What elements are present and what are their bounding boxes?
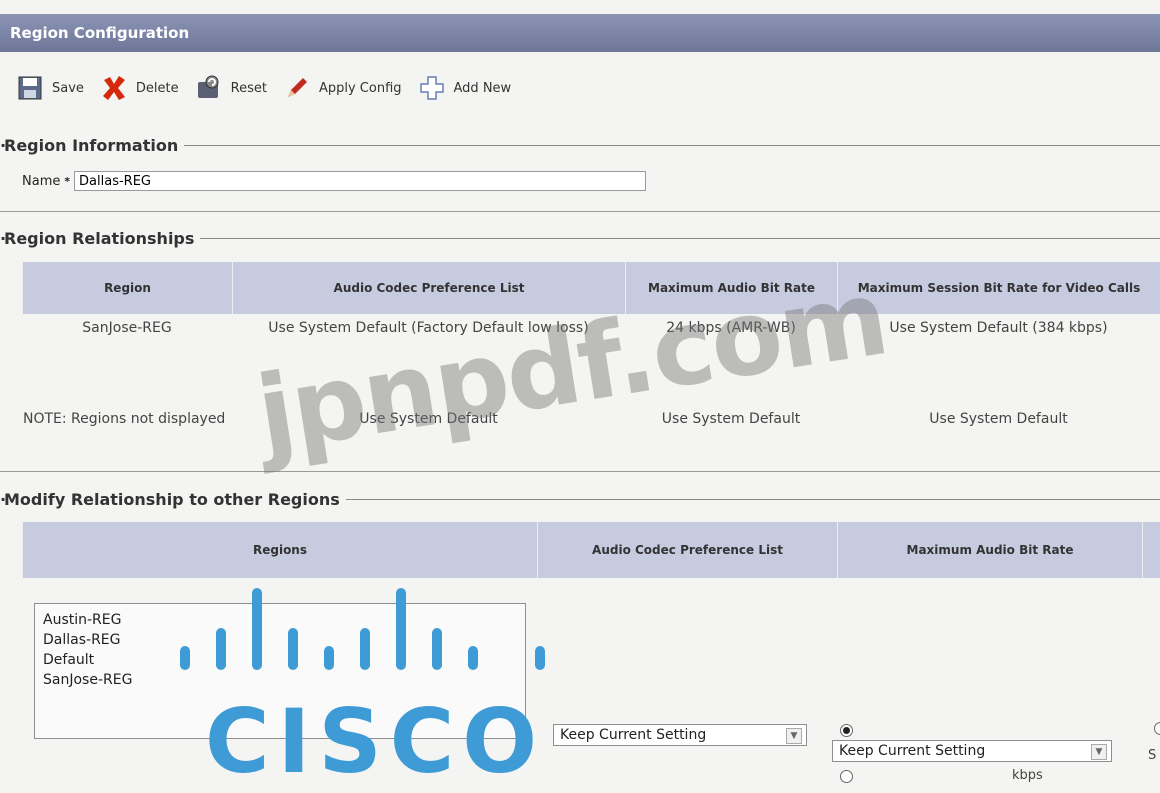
table-cell: Use System Default — [661, 411, 801, 427]
table-cell: SanJose-REG — [82, 320, 172, 336]
table-cell: Use System Default (Factory Default low … — [268, 320, 589, 336]
window-title: Region Configuration — [0, 14, 1160, 52]
reset-label: Reset — [230, 80, 267, 96]
cisco-logo-text: CISCO — [205, 690, 546, 793]
region-info-heading: · Region Information — [0, 136, 1160, 155]
apply-config-button[interactable]: Apply Config — [283, 74, 402, 102]
apply-config-label: Apply Config — [318, 80, 402, 96]
toolbar: Save Delete Reset Apply Config Add New — [0, 60, 1160, 116]
table-cell: Use System Default (384 kbps) — [889, 320, 1108, 336]
cut-off-radio[interactable] — [1154, 722, 1160, 735]
bitrate-custom-radio[interactable] — [840, 770, 853, 783]
delete-label: Delete — [135, 80, 179, 96]
bitrate-select[interactable]: Keep Current Setting ▼ — [832, 740, 1112, 762]
table-cell: 24 kbps (AMR-WB) — [666, 320, 796, 336]
col-header-regions: Regions — [22, 522, 537, 578]
bitrate-unit-label: kbps — [1012, 768, 1043, 783]
divider — [0, 471, 1160, 472]
col-header-max-audio-bit-rate: Maximum Audio Bit Rate — [837, 522, 1142, 578]
table-cell: Use System Default — [929, 411, 1068, 427]
table-cell: NOTE: Regions not displayed — [23, 411, 226, 427]
codec-preference-value: Keep Current Setting — [560, 727, 707, 743]
col-header-max-audio-bit-rate: Maximum Audio Bit Rate — [625, 262, 837, 314]
col-header-max-session-bit-rate: Maximum Session Bit Rate for Video Calls — [837, 262, 1160, 314]
bitrate-keep-radio[interactable] — [840, 724, 853, 737]
table-cell: Use System Default — [359, 411, 498, 427]
save-icon — [16, 74, 44, 102]
table-row: SanJose-REG Use System Default (Factory … — [22, 314, 1160, 410]
col-header-cut-off — [1142, 522, 1160, 578]
chevron-down-icon: ▼ — [1091, 744, 1107, 760]
table-row: NOTE: Regions not displayed Use System D… — [22, 410, 1160, 460]
modify-relationship-heading: · Modify Relationship to other Regions — [0, 490, 1160, 509]
chevron-down-icon: ▼ — [786, 728, 802, 744]
name-row: Name * — [22, 171, 647, 191]
col-header-region: Region — [22, 262, 232, 314]
delete-button[interactable]: Delete — [100, 74, 179, 102]
name-label: Name — [22, 173, 61, 189]
modify-relationship-heading-text: Modify Relationship to other Regions — [4, 490, 340, 509]
add-plus-icon — [418, 74, 446, 102]
relationships-table: Region Audio Codec Preference List Maxim… — [22, 262, 1160, 460]
delete-x-icon — [100, 74, 128, 102]
cut-off-label: S — [1148, 748, 1157, 763]
col-header-audio-codec: Audio Codec Preference List — [232, 262, 625, 314]
region-name-input[interactable] — [74, 171, 647, 191]
add-new-label: Add New — [453, 80, 512, 96]
reset-button[interactable]: Reset — [195, 74, 267, 102]
save-label: Save — [52, 80, 84, 96]
col-header-audio-codec: Audio Codec Preference List — [537, 522, 837, 578]
pencil-icon — [283, 74, 311, 102]
reset-icon — [195, 74, 223, 102]
region-info-heading-text: Region Information — [4, 136, 179, 155]
cisco-logo-bars-icon — [180, 588, 545, 670]
required-marker: * — [64, 174, 71, 188]
divider — [0, 211, 1160, 212]
region-relationships-heading-text: Region Relationships — [4, 229, 195, 248]
modify-table: Regions Audio Codec Preference List Maxi… — [22, 522, 1160, 578]
bitrate-select-value: Keep Current Setting — [839, 743, 986, 759]
save-button[interactable]: Save — [16, 74, 84, 102]
codec-preference-select[interactable]: Keep Current Setting ▼ — [553, 724, 807, 746]
region-relationships-heading: · Region Relationships — [0, 229, 1160, 248]
add-new-button[interactable]: Add New — [418, 74, 512, 102]
